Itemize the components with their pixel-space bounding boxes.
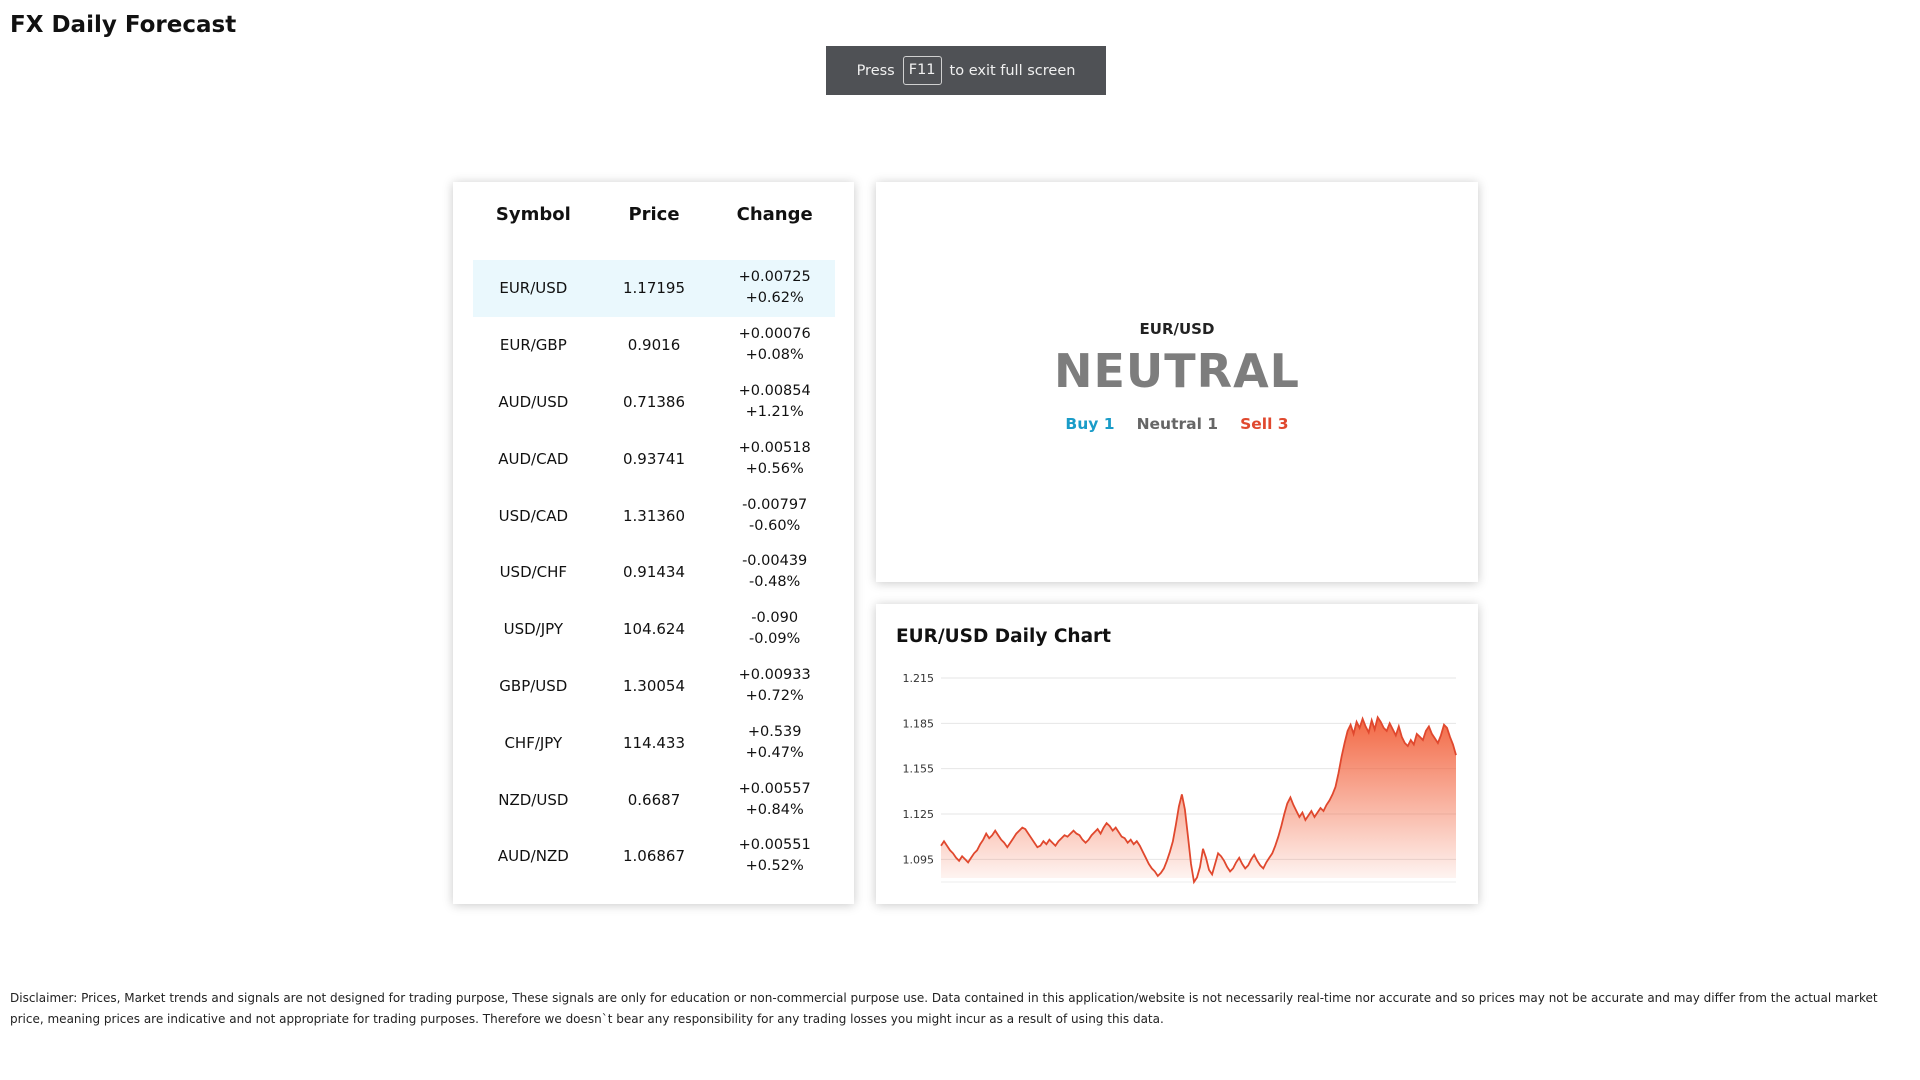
- quote-row[interactable]: EUR/USD 1.17195 +0.00725 +0.62%: [473, 260, 835, 317]
- quote-price: 104.624: [622, 620, 686, 639]
- quotes-header: Symbol Price Change: [473, 204, 835, 234]
- quote-price: 0.71386: [622, 392, 686, 411]
- quote-row[interactable]: NZD/USD 0.6687 +0.00557 +0.84%: [473, 771, 835, 828]
- quote-change-value: -0.00439: [742, 553, 808, 570]
- quote-change-percent: -0.48%: [749, 574, 801, 591]
- quote-symbol: USD/JPY: [503, 620, 564, 639]
- signal-counts: Buy 1 Neutral 1 Sell 3: [876, 415, 1478, 433]
- quote-symbol: AUD/CAD: [498, 449, 569, 468]
- quote-change: -0.00439 -0.48%: [714, 551, 835, 593]
- price-area-fill: [941, 717, 1456, 882]
- quote-symbol: EUR/USD: [499, 279, 568, 298]
- quote-change-value: +0.00076: [738, 326, 811, 343]
- y-tick-label: 1.185: [903, 717, 935, 730]
- chart-panel: EUR/USD Daily Chart 1.215 1.185 1.155 1.125…: [876, 604, 1478, 904]
- sell-count: Sell 3: [1240, 415, 1289, 433]
- quote-row[interactable]: AUD/USD 0.71386 +0.00854 +1.21%: [473, 374, 835, 431]
- quote-change-value: +0.00725: [738, 269, 811, 286]
- daily-area-chart: 1.215 1.185 1.155 1.125 1.095: [903, 672, 1457, 885]
- quote-symbol: AUD/NZD: [497, 847, 569, 866]
- signal-symbol: EUR/USD: [1139, 320, 1215, 338]
- quote-change-value: -0.00797: [742, 496, 808, 513]
- quote-price: 0.6687: [627, 790, 681, 809]
- quote-price: 114.433: [622, 733, 686, 752]
- quote-change-value: +0.539: [747, 723, 802, 740]
- quote-change: +0.00551 +0.52%: [714, 835, 835, 877]
- quote-change: +0.00076 +0.08%: [714, 324, 835, 366]
- quote-change: +0.539 +0.47%: [714, 722, 835, 764]
- quote-change-percent: +0.52%: [745, 858, 804, 875]
- quote-row[interactable]: USD/JPY 104.624 -0.090 -0.09%: [473, 601, 835, 658]
- signal-verdict: NEUTRAL: [1054, 344, 1300, 398]
- quote-row[interactable]: USD/CHF 0.91434 -0.00439 -0.48%: [473, 544, 835, 601]
- quote-symbol: USD/CHF: [499, 563, 568, 582]
- fullscreen-notice-prefix: Press: [856, 62, 895, 79]
- y-tick-label: 1.095: [903, 853, 935, 866]
- quote-change-value: -0.090: [751, 610, 799, 627]
- disclaimer-text: Disclaimer: Prices, Market trends and si…: [10, 991, 1878, 1026]
- quote-price: 0.9016: [627, 336, 681, 355]
- price-column-header: Price: [628, 204, 680, 225]
- quote-change-value: +0.00551: [738, 837, 811, 854]
- fullscreen-notice-suffix: to exit full screen: [949, 62, 1076, 79]
- quote-symbol: GBP/USD: [499, 676, 568, 695]
- y-tick-label: 1.125: [903, 808, 935, 821]
- quote-change-percent: -0.60%: [749, 517, 801, 534]
- quote-change: +0.00557 +0.84%: [714, 779, 835, 821]
- quotes-list: EUR/USD 1.17195 +0.00725 +0.62% EUR/GBP 0.901…: [473, 260, 835, 885]
- quote-change: +0.00854 +1.21%: [714, 381, 835, 423]
- quote-price: 1.31360: [622, 506, 686, 525]
- quote-symbol: USD/CAD: [498, 506, 569, 525]
- quote-price: 1.17195: [622, 279, 686, 298]
- y-tick-label: 1.155: [903, 763, 935, 776]
- quote-change-percent: +0.84%: [745, 801, 804, 818]
- quote-change-percent: +0.56%: [745, 460, 804, 477]
- quote-change: +0.00518 +0.56%: [714, 438, 835, 480]
- quote-row[interactable]: USD/CAD 1.31360 -0.00797 -0.60%: [473, 487, 835, 544]
- quote-symbol: NZD/USD: [498, 790, 569, 809]
- quote-symbol: AUD/USD: [498, 392, 569, 411]
- signal-panel: EUR/USD NEUTRAL Buy 1 Neutral 1 Sell 3: [876, 182, 1478, 582]
- quote-row[interactable]: EUR/GBP 0.9016 +0.00076 +0.08%: [473, 317, 835, 374]
- quote-change-percent: +1.21%: [745, 403, 804, 420]
- change-column-header: Change: [736, 204, 813, 225]
- quote-row[interactable]: CHF/JPY 114.433 +0.539 +0.47%: [473, 714, 835, 771]
- quote-change-percent: +0.62%: [745, 290, 804, 307]
- quote-change: -0.090 -0.09%: [714, 608, 835, 650]
- quote-change-percent: -0.09%: [749, 631, 801, 648]
- symbol-column-header: Symbol: [495, 204, 571, 225]
- quote-change: +0.00933 +0.72%: [714, 665, 835, 707]
- f11-key-badge: F11: [902, 56, 942, 85]
- quote-change-value: +0.00557: [738, 780, 811, 797]
- quote-change-percent: +0.08%: [745, 347, 804, 364]
- quote-row[interactable]: AUD/CAD 0.93741 +0.00518 +0.56%: [473, 430, 835, 487]
- quote-row[interactable]: AUD/NZD 1.06867 +0.00551 +0.52%: [473, 828, 835, 885]
- quote-change: +0.00725 +0.62%: [714, 267, 835, 309]
- quote-price: 1.06867: [622, 847, 686, 866]
- quote-change-percent: +0.72%: [745, 687, 804, 704]
- quote-row[interactable]: GBP/USD 1.30054 +0.00933 +0.72%: [473, 658, 835, 715]
- quote-symbol: CHF/JPY: [504, 733, 563, 752]
- quote-price: 0.93741: [622, 449, 686, 468]
- quote-change-value: +0.00854: [738, 382, 811, 399]
- quote-symbol: EUR/GBP: [499, 336, 567, 355]
- quote-price: 0.91434: [622, 563, 686, 582]
- fullscreen-notice: Press F11 to exit full screen: [826, 46, 1106, 95]
- quote-change-percent: +0.47%: [745, 744, 804, 761]
- page-title: FX Daily Forecast: [10, 12, 237, 38]
- quote-change-value: +0.00933: [738, 666, 811, 683]
- neutral-count: Neutral 1: [1136, 415, 1219, 433]
- quote-change: -0.00797 -0.60%: [714, 495, 835, 537]
- y-tick-label: 1.215: [903, 672, 935, 685]
- buy-count: Buy 1: [1065, 415, 1115, 433]
- quote-price: 1.30054: [622, 676, 686, 695]
- quotes-panel: Symbol Price Change EUR/USD 1.17195 +0.007…: [453, 182, 854, 904]
- quote-change-value: +0.00518: [738, 439, 811, 456]
